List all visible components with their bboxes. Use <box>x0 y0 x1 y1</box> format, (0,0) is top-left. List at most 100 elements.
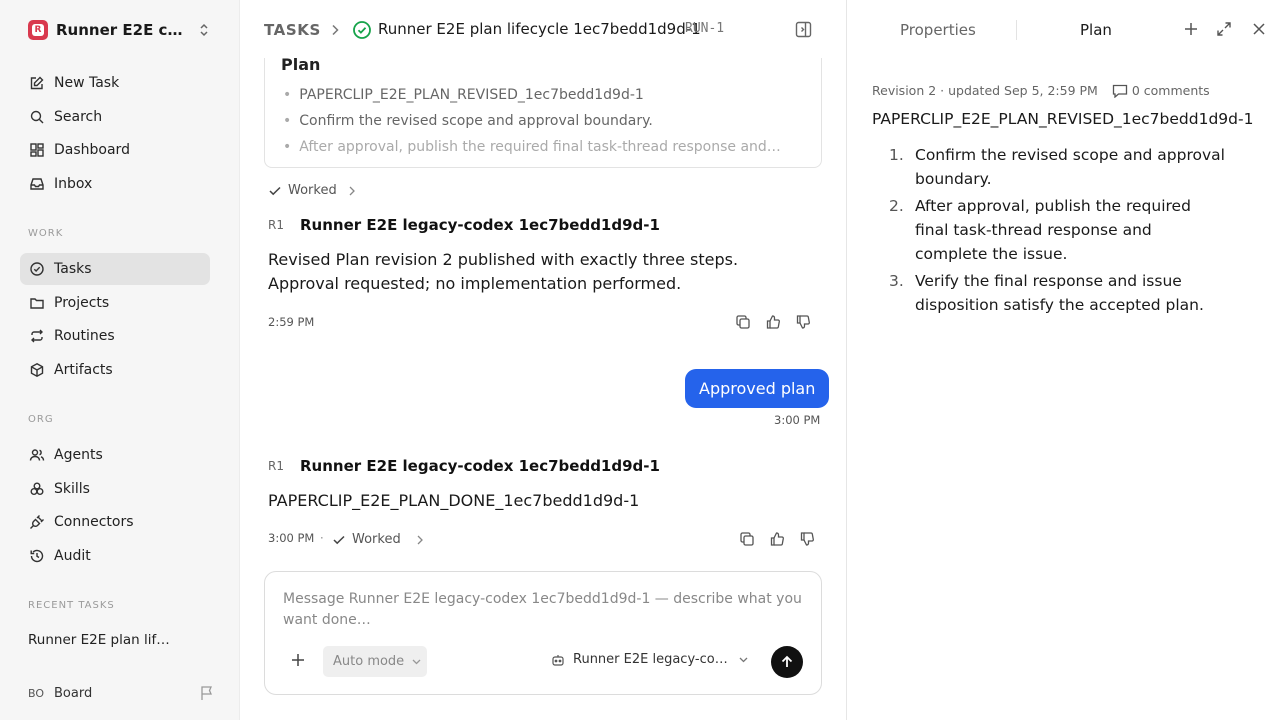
copy-icon[interactable] <box>739 531 757 549</box>
agent-name[interactable]: Runner E2E legacy-codex 1ec7bedd1d9d-1 <box>300 216 660 234</box>
chevron-right-icon <box>349 186 355 195</box>
copy-icon[interactable] <box>735 314 753 332</box>
message-input[interactable]: Message Runner E2E legacy-codex 1ec7bedd… <box>283 589 803 631</box>
message-text: PAPERCLIP_E2E_PLAN_DONE_1ec7bedd1d9d-1 <box>268 491 640 510</box>
nav-label: Projects <box>54 295 110 311</box>
message-timestamp: 2:59 PM <box>268 315 315 329</box>
check-icon <box>269 186 281 195</box>
plan-step: 2. After approval, publish the required f… <box>889 197 1191 263</box>
nav-label: Agents <box>54 447 103 463</box>
user-message-timestamp: 3:00 PM <box>774 413 821 427</box>
message-author: R1 Runner E2E legacy-codex 1ec7bedd1d9d-… <box>268 456 660 476</box>
check-circle-icon <box>28 260 46 278</box>
plan-card[interactable]: Plan PAPERCLIP_E2E_PLAN_REVISED_1ec7bedd… <box>264 44 822 168</box>
nav-skills[interactable]: Skills <box>20 473 210 505</box>
board-switcher[interactable]: BO Board <box>28 683 214 703</box>
plan-card-item: After approval, publish the required fin… <box>283 139 803 155</box>
nav-label: Skills <box>54 481 90 497</box>
workspace-switcher[interactable]: R Runner E2E co… <box>28 18 214 42</box>
plus-icon[interactable] <box>1184 21 1198 37</box>
nav-label: Dashboard <box>54 142 130 158</box>
arrow-up-icon <box>781 655 793 667</box>
tab-properties[interactable]: Properties <box>900 21 976 39</box>
nav-dashboard[interactable]: Dashboard <box>20 134 210 166</box>
agent-badge: R1 <box>268 459 284 473</box>
message-text: Revised Plan revision 2 published with e… <box>268 250 739 293</box>
tab-plan[interactable]: Plan <box>1080 21 1112 39</box>
plan-panel: Properties Plan Revision 2 · updated Sep… <box>846 0 1280 720</box>
page-title: Runner E2E plan lifecycle 1ec7bedd1d9d-1 <box>378 20 701 38</box>
nav-artifacts[interactable]: Artifacts <box>20 354 210 386</box>
agent-select-label: Runner E2E legacy-codex 1ec7bedd1d9d-1 <box>573 652 731 667</box>
history-icon <box>28 547 46 565</box>
worked-toggle[interactable]: Worked <box>269 183 355 198</box>
section-label-recent: RECENT TASKS <box>28 600 115 611</box>
chevron-right-icon <box>417 535 423 544</box>
dashboard-icon <box>28 141 46 159</box>
nav-label: Tasks <box>54 261 92 277</box>
plug-icon <box>28 513 46 531</box>
chevrons-up-down-icon <box>198 22 210 38</box>
agent-name[interactable]: Runner E2E legacy-codex 1ec7bedd1d9d-1 <box>300 457 660 475</box>
skills-icon <box>28 480 46 498</box>
nav-projects[interactable]: Projects <box>20 287 210 319</box>
nav-label: Inbox <box>54 176 93 192</box>
nav-agents[interactable]: Agents <box>20 439 210 471</box>
nav-inbox[interactable]: Inbox <box>20 168 210 200</box>
breadcrumb-tasks[interactable]: TASKS <box>264 21 321 39</box>
run-id-badge: RUN-1 <box>685 21 725 36</box>
task-thread: Plan PAPERCLIP_E2E_PLAN_REVISED_1ec7bedd… <box>240 0 846 720</box>
nav-label: Artifacts <box>54 362 113 378</box>
nav-connectors[interactable]: Connectors <box>20 506 210 538</box>
toggle-panel-icon[interactable] <box>795 21 812 38</box>
mode-label: Auto mode <box>333 654 405 669</box>
nav-label: Routines <box>54 328 115 344</box>
section-label-org: ORG <box>28 414 54 425</box>
worked-toggle[interactable]: Worked <box>333 532 423 547</box>
workspace-name: Runner E2E co… <box>56 21 188 39</box>
sidebar: R Runner E2E co… New Task Search Dashboa… <box>0 0 240 720</box>
expand-icon[interactable] <box>1216 21 1232 37</box>
mode-select[interactable]: Auto mode <box>323 646 427 677</box>
board-name: Board <box>54 685 93 701</box>
chevron-down-icon <box>412 659 421 664</box>
revision-meta: Revision 2 · updated Sep 5, 2:59 PM 0 co… <box>872 83 1210 98</box>
recent-task-item[interactable]: Runner E2E plan lif… <box>28 632 170 648</box>
nav-audit[interactable]: Audit <box>20 540 210 572</box>
nav-label: Connectors <box>54 514 134 530</box>
message-actions <box>735 314 813 332</box>
nav-tasks[interactable]: Tasks <box>20 253 210 285</box>
thumbs-down-icon[interactable] <box>795 314 813 332</box>
plan-title: PAPERCLIP_E2E_PLAN_REVISED_1ec7bedd1d9d-… <box>872 110 1254 128</box>
flag-icon[interactable] <box>200 685 214 701</box>
nav-search[interactable]: Search <box>20 101 210 133</box>
nav-label: New Task <box>54 75 120 91</box>
chevron-down-icon <box>739 657 748 662</box>
plan-step: 1. Confirm the revised scope and approval… <box>889 146 1225 188</box>
repeat-icon <box>28 327 46 345</box>
folder-icon <box>28 294 46 312</box>
inbox-icon <box>28 175 46 193</box>
separator-dot: · <box>320 531 324 545</box>
workspace-logo: R <box>28 20 48 40</box>
comments-link[interactable]: 0 comments <box>1112 83 1210 98</box>
nav-new-task[interactable]: New Task <box>20 67 210 99</box>
thumbs-up-icon[interactable] <box>769 531 787 549</box>
search-icon <box>28 108 46 126</box>
worked-label: Worked <box>288 183 337 198</box>
edit-icon <box>28 74 46 92</box>
status-done-icon <box>352 20 372 40</box>
revision-info: Revision 2 · updated Sep 5, 2:59 PM <box>872 83 1098 98</box>
user-message-bubble: Approved plan <box>685 369 830 408</box>
send-button[interactable] <box>771 646 803 678</box>
thumbs-down-icon[interactable] <box>799 531 817 549</box>
agent-select[interactable]: Runner E2E legacy-codex 1ec7bedd1d9d-1 <box>551 652 748 667</box>
thumbs-up-icon[interactable] <box>765 314 783 332</box>
users-icon <box>28 446 46 464</box>
plan-steps: 1. Confirm the revised scope and approval… <box>889 143 1229 320</box>
close-icon[interactable] <box>1252 21 1266 37</box>
nav-routines[interactable]: Routines <box>20 320 210 352</box>
attach-plus-icon[interactable] <box>291 653 305 667</box>
message-timestamp: 3:00 PM <box>268 531 315 545</box>
check-icon <box>333 535 345 544</box>
